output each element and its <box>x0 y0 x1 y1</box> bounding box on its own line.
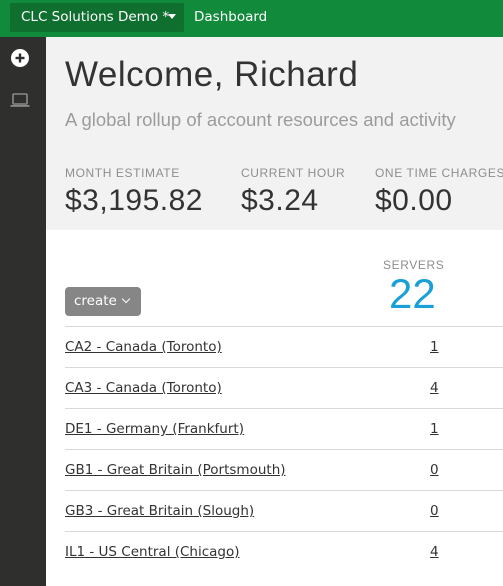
resources-panel: SERVERS 22 create CA2 - Canada (Toronto)… <box>46 230 503 586</box>
server-count-link[interactable]: 4 <box>430 544 439 560</box>
datacenter-link[interactable]: IL1 - US Central (Chicago) <box>65 544 240 560</box>
breadcrumb-dashboard[interactable]: Dashboard <box>194 3 267 32</box>
welcome-panel: Welcome, Richard A global rollup of acco… <box>46 37 503 230</box>
list-item: DE1 - Germany (Frankfurt) 1 <box>65 408 503 449</box>
server-count-link[interactable]: 1 <box>430 339 439 355</box>
top-bar: CLC Solutions Demo * Dashboard <box>0 0 503 37</box>
list-item: IL1 - US Central (Chicago) 4 <box>65 531 503 572</box>
servers-total: 22 <box>389 270 436 317</box>
caret-down-icon <box>168 14 176 19</box>
list-item: GB1 - Great Britain (Portsmouth) 0 <box>65 449 503 490</box>
datacenter-link[interactable]: GB1 - Great Britain (Portsmouth) <box>65 462 286 478</box>
stat-one-time-charges: ONE TIME CHARGES $0.00 <box>375 166 503 218</box>
chevron-down-icon <box>121 294 131 304</box>
datacenter-link[interactable]: CA3 - Canada (Toronto) <box>65 380 222 396</box>
stat-value: $3,195.82 <box>65 184 203 217</box>
stat-current-hour: CURRENT HOUR $3.24 <box>241 166 345 218</box>
stat-month-estimate: MONTH ESTIMATE $3,195.82 <box>65 166 203 218</box>
stat-label: ONE TIME CHARGES <box>375 166 503 180</box>
laptop-icon[interactable] <box>8 88 32 112</box>
stat-value: $3.24 <box>241 184 319 217</box>
server-count-link[interactable]: 0 <box>430 462 439 478</box>
server-count-link[interactable]: 4 <box>430 380 439 396</box>
create-button[interactable]: create <box>65 287 141 316</box>
server-count-link[interactable]: 1 <box>430 421 439 437</box>
stat-label: CURRENT HOUR <box>241 166 346 180</box>
account-switcher-button[interactable]: CLC Solutions Demo * <box>10 3 184 32</box>
stat-label: MONTH ESTIMATE <box>65 166 180 180</box>
server-count-link[interactable]: 0 <box>430 503 439 519</box>
stat-value: $0.00 <box>375 184 453 217</box>
page-title: Welcome, Richard <box>65 55 359 94</box>
list-item: GB3 - Great Britain (Slough) 0 <box>65 490 503 531</box>
page-subtitle: A global rollup of account resources and… <box>65 109 456 130</box>
list-item: CA2 - Canada (Toronto) 1 <box>65 326 503 367</box>
datacenter-link[interactable]: CA2 - Canada (Toronto) <box>65 339 222 355</box>
sidebar <box>0 37 46 586</box>
datacenter-link[interactable]: GB3 - Great Britain (Slough) <box>65 503 254 519</box>
account-name: CLC Solutions Demo * <box>21 9 170 25</box>
datacenter-list: CA2 - Canada (Toronto) 1 CA3 - Canada (T… <box>65 326 503 572</box>
list-item: CA3 - Canada (Toronto) 4 <box>65 367 503 408</box>
datacenter-link[interactable]: DE1 - Germany (Frankfurt) <box>65 421 244 437</box>
plus-circle-icon[interactable] <box>8 46 32 70</box>
create-button-label: create <box>74 293 117 309</box>
